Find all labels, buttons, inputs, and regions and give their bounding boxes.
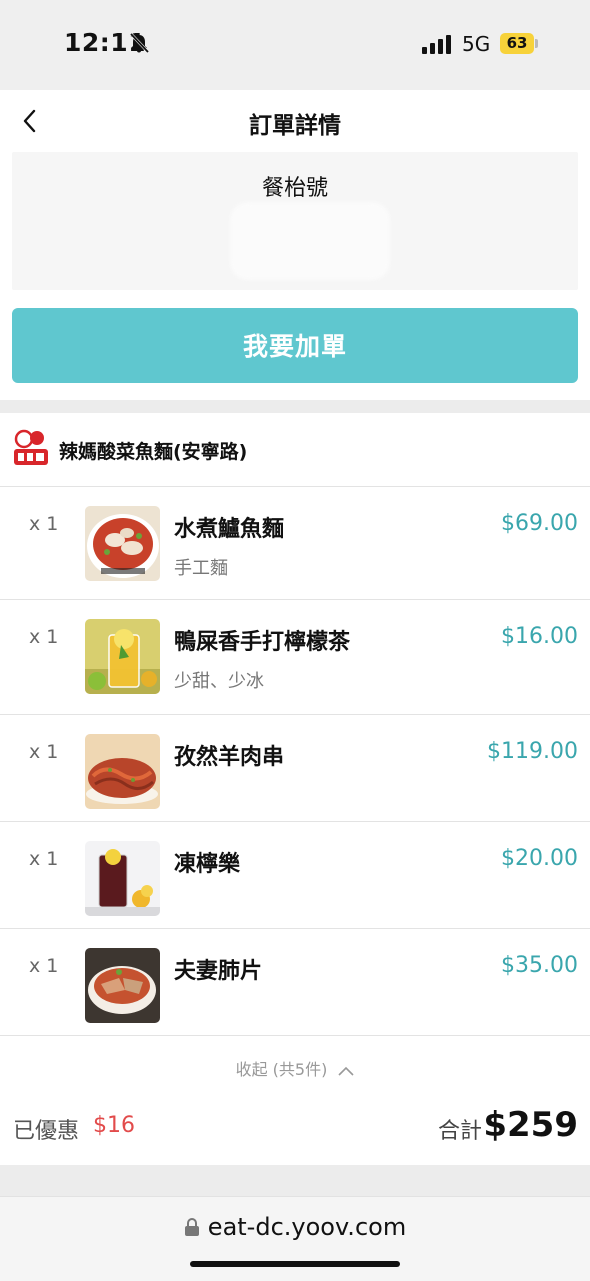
item-quantity: x 1 — [29, 741, 59, 763]
collapse-label: 收起 (共5件) — [235, 1060, 328, 1079]
network-label: 5G — [462, 32, 491, 56]
url-display[interactable]: eat-dc.yoov.com — [0, 1213, 590, 1241]
order-header: 訂單詳情 餐枱號 我要加單 — [0, 90, 590, 400]
item-name: 孜然羊肉串 — [174, 745, 285, 770]
item-quantity: x 1 — [29, 848, 59, 870]
item-name: 夫妻肺片 — [174, 959, 263, 984]
battery-level: 63 — [500, 33, 534, 54]
restaurant-row: 辣媽酸菜魚麵(安寧路) — [0, 413, 590, 487]
battery-indicator: 63 — [500, 33, 538, 54]
item-quantity: x 1 — [29, 513, 59, 535]
order-item[interactable]: x 1 夫妻肺片 $35.00 — [0, 929, 590, 1036]
item-price: $119.00 — [487, 739, 578, 764]
chevron-up-icon — [338, 1066, 354, 1076]
order-item[interactable]: x 1 凍檸樂 $20.00 — [0, 822, 590, 929]
item-photo-fish-noodles — [85, 506, 160, 581]
item-photo-beef-offal — [85, 948, 160, 1023]
order-card: 辣媽酸菜魚麵(安寧路) x 1 水煮鱸魚麵 手工麵 $69.00 x 1 鴨屎香… — [0, 413, 590, 1165]
lock-icon — [184, 1218, 199, 1236]
item-price: $35.00 — [501, 953, 578, 978]
order-item[interactable]: x 1 鴨屎香手打檸檬茶 少甜、少冰 $16.00 — [0, 600, 590, 715]
browser-address-bar[interactable]: eat-dc.yoov.com — [0, 1196, 590, 1281]
table-number-card: 餐枱號 — [12, 152, 578, 290]
table-number-redacted — [230, 202, 390, 280]
order-item[interactable]: x 1 孜然羊肉串 $119.00 — [0, 715, 590, 822]
table-number-label: 餐枱號 — [261, 176, 328, 201]
total-value: $259 — [483, 1105, 578, 1145]
item-photo-lemon-cola — [85, 841, 160, 916]
home-indicator[interactable] — [190, 1261, 400, 1267]
battery-cap — [535, 39, 538, 48]
item-option: 手工麵 — [174, 558, 228, 579]
item-quantity: x 1 — [29, 955, 59, 977]
item-option: 少甜、少冰 — [174, 671, 264, 692]
discount-label: 已優惠 — [13, 1119, 80, 1144]
cellular-signal-icon — [422, 35, 451, 54]
page-title: 訂單詳情 — [249, 113, 341, 139]
restaurant-logo — [14, 429, 48, 465]
status-bar: 12:11 5G 63 — [0, 0, 590, 90]
add-order-button[interactable]: 我要加單 — [12, 308, 578, 383]
url-text: eat-dc.yoov.com — [207, 1213, 407, 1241]
item-photo-lamb-skewers — [85, 734, 160, 809]
collapse-items-toggle[interactable]: 收起 (共5件) — [0, 1056, 590, 1080]
item-name: 凍檸樂 — [174, 852, 241, 877]
discount-value: $16 — [93, 1113, 135, 1138]
order-item[interactable]: x 1 水煮鱸魚麵 手工麵 $69.00 — [0, 487, 590, 600]
item-price: $69.00 — [501, 511, 578, 536]
item-price: $16.00 — [501, 624, 578, 649]
item-name: 鴨屎香手打檸檬茶 — [174, 630, 351, 655]
total-label: 合計 — [438, 1119, 483, 1144]
item-photo-lemon-tea — [85, 619, 160, 694]
item-name: 水煮鱸魚麵 — [174, 517, 285, 542]
bell-muted-icon — [129, 32, 150, 54]
item-price: $20.00 — [501, 846, 578, 871]
item-quantity: x 1 — [29, 626, 59, 648]
restaurant-name: 辣媽酸菜魚麵(安寧路) — [59, 441, 248, 463]
